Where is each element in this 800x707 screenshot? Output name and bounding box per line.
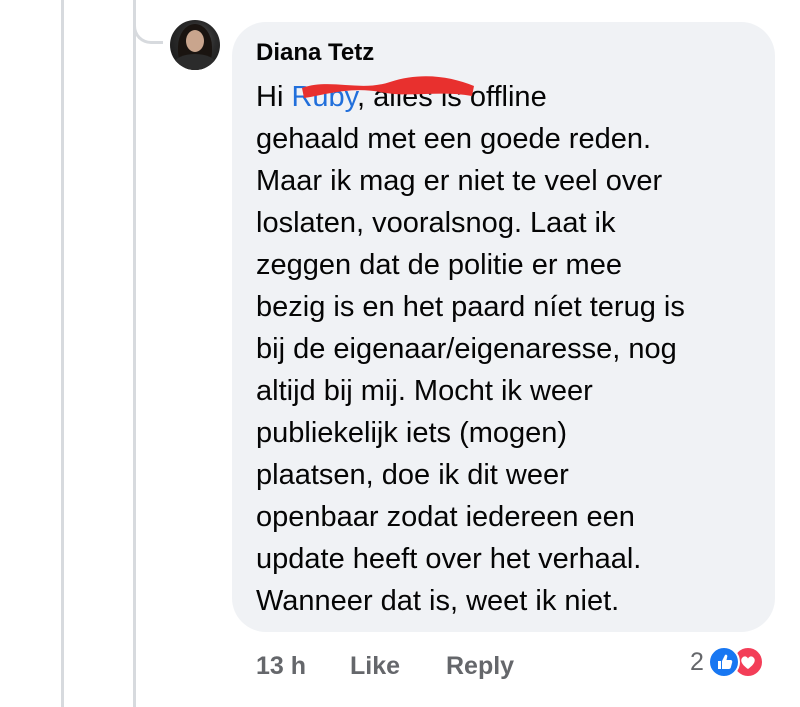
thread-line (61, 0, 64, 707)
comment-text: Hi Ruby, alles is offline gehaald met ee… (256, 76, 753, 622)
comment-bubble: Diana Tetz Hi Ruby, alles is offline geh… (232, 22, 775, 632)
avatar[interactable] (170, 20, 220, 70)
comment-body: , alles is offline gehaald met een goede… (256, 81, 685, 617)
like-button[interactable]: Like (350, 652, 446, 681)
mention-link[interactable]: Ruby (291, 81, 357, 113)
thread-branch (133, 0, 163, 44)
reply-button[interactable]: Reply (446, 652, 514, 681)
avatar-shoulder (174, 54, 216, 70)
comment-author[interactable]: Diana Tetz (256, 38, 374, 68)
like-icon (707, 646, 740, 678)
thread-line (133, 0, 136, 707)
comment-actions: 13 h Like Reply (256, 646, 514, 686)
comment-greeting: Hi (256, 81, 292, 113)
comment-timestamp[interactable]: 13 h (256, 652, 350, 681)
reactions-summary[interactable]: 2 (690, 646, 764, 678)
reaction-count: 2 (690, 647, 704, 676)
avatar-face (186, 30, 204, 52)
